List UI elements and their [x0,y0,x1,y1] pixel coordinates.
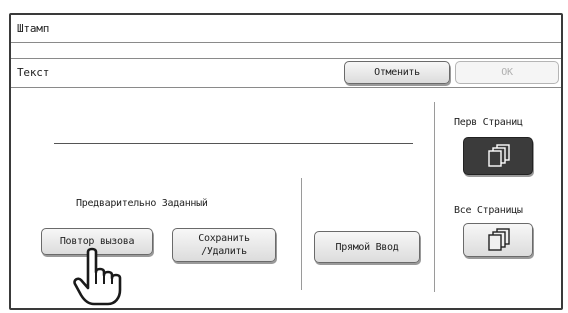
title-bar: Штамп [11,15,561,43]
all-pages-label: Все Страницы [454,205,523,216]
preset-label: Предварительно Заданный [76,198,208,209]
dialog-title: Штамп [17,22,50,35]
document-stack-icon [488,228,510,251]
save-delete-label-line1: Сохранить [198,233,250,244]
save-delete-label-line2: /Удалить [201,246,247,257]
cancel-button[interactable]: Отменить [344,61,450,84]
direct-entry-button[interactable]: Прямой Ввод [314,231,420,263]
divider-vertical-right [434,102,435,292]
text-input-line[interactable] [54,143,413,144]
first-page-label: Перв Страниц [454,117,523,128]
all-pages-button[interactable] [463,223,533,257]
mode-label: Текст [17,66,50,79]
ok-button[interactable]: OK [455,61,559,84]
save-delete-button[interactable]: Сохранить /Удалить [172,228,276,262]
first-page-button[interactable] [463,137,533,175]
hand-pointer-icon [73,247,122,306]
divider-vertical-middle [301,178,302,290]
document-stack-icon [488,144,510,167]
